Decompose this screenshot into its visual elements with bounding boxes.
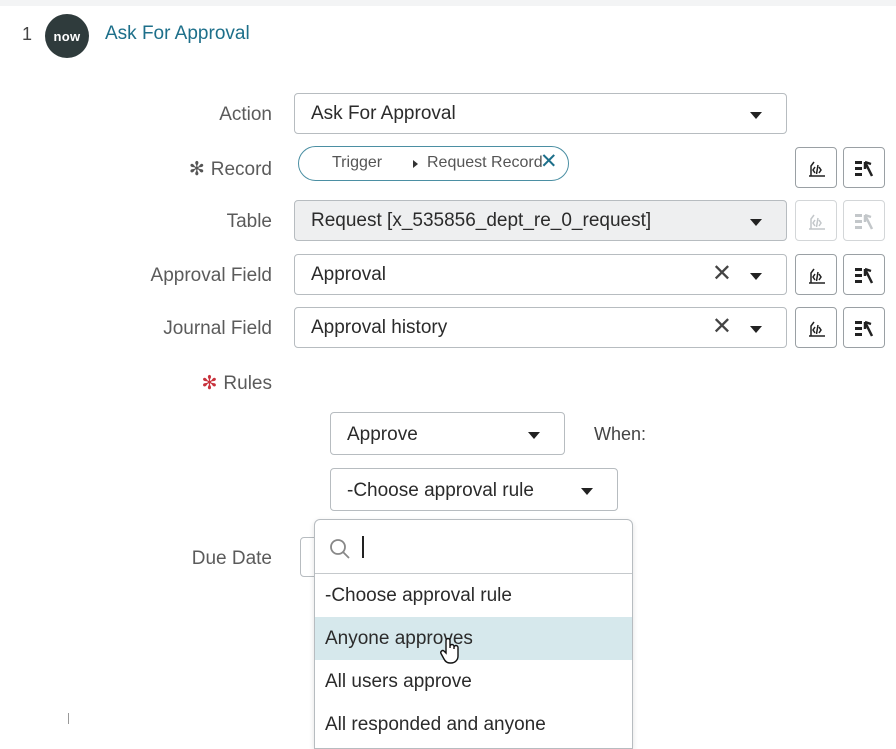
action-label: Action xyxy=(219,104,272,125)
table-select: Request [x_535856_dept_re_0_request] xyxy=(294,200,787,241)
clear-icon[interactable]: ✕ xyxy=(712,314,732,340)
pill-separator-icon xyxy=(413,160,418,168)
rule-action-value: Approve xyxy=(347,424,418,445)
pill-trigger-text: Trigger xyxy=(332,154,383,171)
table-data-pill-picker-button xyxy=(843,200,885,241)
search-icon xyxy=(330,539,350,559)
script-toggle-icon xyxy=(809,321,825,337)
required-star-icon: ✻ xyxy=(201,373,218,394)
top-strip xyxy=(0,0,896,6)
now-logo-icon: now xyxy=(45,14,89,58)
data-pill-picker-icon xyxy=(855,267,874,284)
approval-rule-value: -Choose approval rule xyxy=(347,480,534,501)
script-toggle-icon xyxy=(809,161,825,177)
rules-label: ✻ Rules xyxy=(201,373,273,394)
table-value: Request [x_535856_dept_re_0_request] xyxy=(311,210,652,231)
pill-remove-icon[interactable]: ✕ xyxy=(540,149,558,174)
record-data-pill-picker-button[interactable] xyxy=(843,147,885,188)
chevron-down-icon xyxy=(581,488,593,495)
approval-rule-select[interactable]: -Choose approval rule xyxy=(330,468,618,511)
record-data-pill[interactable]: Trigger Request Record ✕ xyxy=(298,146,569,181)
dropdown-option[interactable]: All users approve xyxy=(315,660,632,703)
journal-field-data-pill-picker-button[interactable] xyxy=(843,307,885,348)
dropdown-option[interactable]: All responded and anyone xyxy=(315,703,632,746)
script-toggle-icon xyxy=(809,268,825,284)
chevron-down-icon xyxy=(750,219,762,226)
step-number: 1 xyxy=(22,24,33,44)
pill-record-text: Request Record xyxy=(427,154,543,171)
step-title[interactable]: Ask For Approval xyxy=(105,23,250,45)
approval-field-value: Approval xyxy=(311,264,386,285)
table-script-toggle-button xyxy=(795,200,837,241)
chevron-down-icon xyxy=(528,432,540,439)
dropdown-option[interactable]: -Choose approval rule xyxy=(315,574,632,617)
dropdown-option-highlighted[interactable]: Anyone approves xyxy=(315,617,632,660)
required-star-icon: ✻ xyxy=(188,159,205,180)
journal-field-value: Approval history xyxy=(311,317,448,338)
rule-action-select[interactable]: Approve xyxy=(330,412,565,455)
data-pill-picker-icon xyxy=(855,160,874,177)
approval-field-script-toggle-button[interactable] xyxy=(795,254,837,295)
chevron-down-icon xyxy=(750,326,762,333)
hand-pointer-icon xyxy=(440,637,459,664)
dropdown-search[interactable] xyxy=(315,520,632,574)
record-label: ✻ Record xyxy=(188,159,272,180)
action-select[interactable]: Ask For Approval xyxy=(294,93,787,134)
divider-tick xyxy=(68,713,69,724)
data-pill-picker-icon xyxy=(855,320,874,337)
journal-field-label: Journal Field xyxy=(163,318,272,339)
data-pill-picker-icon xyxy=(855,213,874,230)
text-cursor xyxy=(362,536,364,558)
approval-field-data-pill-picker-button[interactable] xyxy=(843,254,885,295)
approval-field-label: Approval Field xyxy=(150,265,272,286)
script-toggle-icon xyxy=(809,214,825,230)
action-value: Ask For Approval xyxy=(311,103,456,124)
record-script-toggle-button[interactable] xyxy=(795,147,837,188)
approval-field-select[interactable]: Approval ✕ xyxy=(294,254,787,295)
chevron-down-icon xyxy=(750,112,762,119)
journal-field-script-toggle-button[interactable] xyxy=(795,307,837,348)
clear-icon[interactable]: ✕ xyxy=(712,261,732,287)
due-date-label: Due Date xyxy=(191,548,272,569)
when-label: When: xyxy=(594,424,647,444)
approval-rule-dropdown[interactable]: -Choose approval rule Anyone approves Al… xyxy=(314,519,633,749)
chevron-down-icon xyxy=(750,273,762,280)
journal-field-select[interactable]: Approval history ✕ xyxy=(294,307,787,348)
table-label: Table xyxy=(226,211,272,232)
